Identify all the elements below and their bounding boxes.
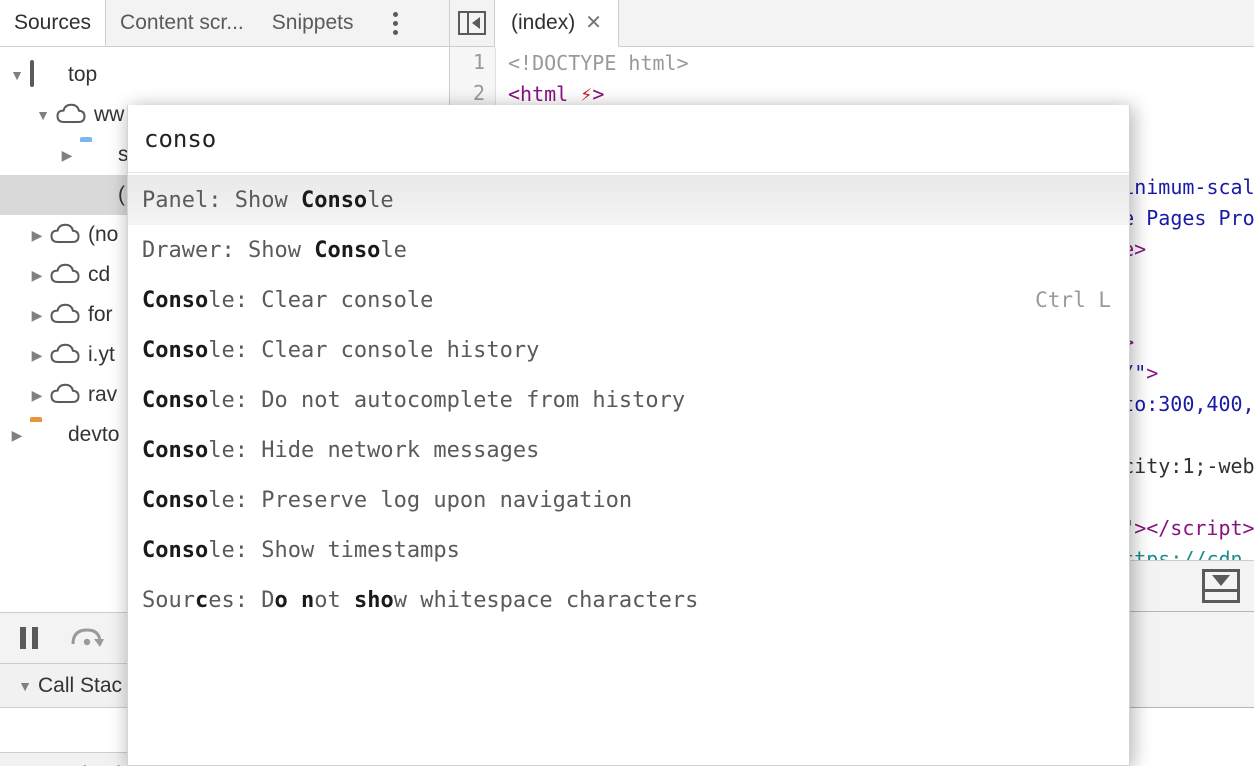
- devtools-window: Sources Content scr... Snippets top: [0, 0, 1254, 766]
- cloud-icon: [56, 102, 86, 128]
- call-stack-label: Call Stac: [38, 673, 123, 697]
- tab-content-scripts-label: Content scr...: [120, 11, 244, 34]
- tree-item-top[interactable]: top: [0, 55, 449, 95]
- chevron-down-icon[interactable]: [12, 679, 38, 693]
- editor-tab-index[interactable]: (index) ✕: [495, 0, 619, 47]
- palette-item-panel-show-console[interactable]: Panel: Show Console: [128, 175, 1129, 225]
- step-over-icon[interactable]: [70, 625, 104, 651]
- cloud-icon: [50, 222, 80, 248]
- palette-item-clear-console[interactable]: Console: Clear console Ctrl L: [128, 275, 1129, 325]
- tab-snippets-label: Snippets: [271, 11, 354, 34]
- palette-item-no-autocomplete-history[interactable]: Console: Do not autocomplete from histor…: [128, 375, 1129, 425]
- tab-sources-label: Sources: [14, 10, 92, 34]
- tree-item-label: ww: [94, 103, 125, 126]
- folder-icon: [80, 142, 110, 168]
- editor-tab-label: (index): [511, 11, 576, 34]
- pause-icon[interactable]: [20, 627, 38, 649]
- palette-item-label: Panel: Show Console: [142, 187, 394, 213]
- palette-item-preserve-log[interactable]: Console: Preserve log upon navigation: [128, 475, 1129, 525]
- collapse-sidebar-icon[interactable]: [450, 0, 495, 46]
- close-icon[interactable]: ✕: [585, 13, 602, 33]
- line-content: <!DOCTYPE html>: [508, 50, 689, 75]
- command-palette-results: Panel: Show Console Drawer: Show Console…: [128, 173, 1129, 765]
- chevron-right-icon[interactable]: [24, 268, 50, 282]
- palette-item-drawer-show-console[interactable]: Drawer: Show Console: [128, 225, 1129, 275]
- editor-tabbar: (index) ✕: [450, 0, 1254, 47]
- navigator-tabbar: Sources Content scr... Snippets: [0, 0, 449, 47]
- chevron-right-icon[interactable]: [24, 388, 50, 402]
- tree-item-label: (no: [88, 223, 119, 246]
- chevron-right-icon[interactable]: [4, 428, 30, 442]
- breakpoints-label: Breakpoi: [38, 763, 121, 766]
- command-palette-input-row: [128, 105, 1129, 173]
- tree-item-label: for: [88, 303, 113, 326]
- chevron-right-icon[interactable]: [54, 148, 80, 162]
- frame-icon: [30, 60, 60, 88]
- chevron-down-icon[interactable]: [30, 108, 56, 122]
- palette-item-label: Console: Clear console history: [142, 337, 540, 363]
- palette-item-show-timestamps[interactable]: Console: Show timestamps: [128, 525, 1129, 575]
- palette-item-shortcut: Ctrl L: [1035, 288, 1111, 312]
- dot: [393, 20, 399, 26]
- dot: [393, 11, 399, 17]
- tab-sources[interactable]: Sources: [0, 0, 107, 46]
- cloud-icon: [50, 262, 80, 288]
- tab-content-scripts[interactable]: Content scr...: [106, 0, 258, 46]
- vertical-dots-icon[interactable]: [376, 0, 416, 46]
- palette-item-label: Console: Clear console: [142, 287, 434, 313]
- tree-item-label: i.yt: [88, 343, 115, 366]
- palette-item-no-whitespace-characters[interactable]: Sources: Do not show whitespace characte…: [128, 575, 1129, 625]
- palette-item-hide-network-messages[interactable]: Console: Hide network messages: [128, 425, 1129, 475]
- tree-item-label: (: [118, 183, 125, 206]
- chevron-right-icon[interactable]: [24, 228, 50, 242]
- tree-item-label: rav: [88, 383, 118, 406]
- tree-item-label: devto: [68, 423, 120, 446]
- show-drawer-icon[interactable]: [1202, 569, 1240, 603]
- dot: [393, 29, 399, 35]
- drawer-bar: [1205, 589, 1237, 592]
- palette-item-label: Console: Show timestamps: [142, 537, 460, 563]
- command-palette-input[interactable]: [142, 123, 1094, 154]
- cloud-icon: [50, 302, 80, 328]
- triangle-down: [1212, 575, 1230, 586]
- chevron-right-icon[interactable]: [24, 308, 50, 322]
- palette-item-clear-console-history[interactable]: Console: Clear console history: [128, 325, 1129, 375]
- palette-item-label: Console: Hide network messages: [142, 437, 540, 463]
- palette-item-label: Console: Preserve log upon navigation: [142, 487, 633, 513]
- palette-item-label: Console: Do not autocomplete from histor…: [142, 387, 686, 413]
- file-icon: [80, 182, 110, 208]
- cloud-icon: [50, 382, 80, 408]
- line-content: <html ⚡>: [508, 81, 605, 106]
- cloud-icon: [50, 342, 80, 368]
- tree-item-label: top: [68, 63, 98, 86]
- palette-item-label: Drawer: Show Console: [142, 237, 407, 263]
- code-line: 1 <!DOCTYPE html>: [450, 47, 1254, 78]
- folder-orange-icon: [30, 422, 60, 448]
- line-number: 1: [450, 47, 496, 78]
- tree-item-label: cd: [88, 263, 111, 286]
- chevron-down-icon[interactable]: [4, 68, 30, 82]
- palette-item-label: Sources: Do not show whitespace characte…: [142, 587, 699, 613]
- command-palette-dialog: Panel: Show Console Drawer: Show Console…: [127, 105, 1130, 766]
- tab-snippets[interactable]: Snippets: [258, 0, 368, 46]
- chevron-right-icon[interactable]: [24, 348, 50, 362]
